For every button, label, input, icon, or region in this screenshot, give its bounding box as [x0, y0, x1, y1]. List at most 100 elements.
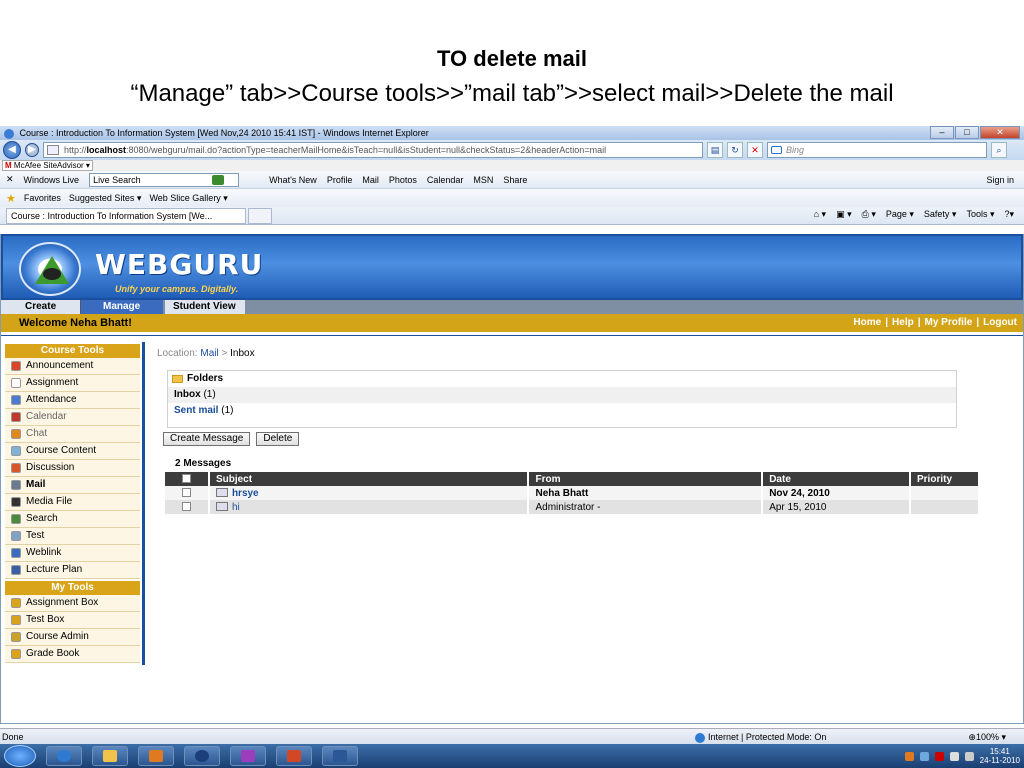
- tray-icon[interactable]: [919, 751, 929, 761]
- clock[interactable]: 15:41 24-11-2010: [980, 747, 1020, 765]
- message-priority: [910, 486, 980, 500]
- create-message-button[interactable]: Create Message: [163, 432, 251, 446]
- sidebar-item-label: Weblink: [26, 547, 62, 558]
- media-file-icon: [11, 497, 21, 507]
- assignment-box-icon: [11, 598, 21, 608]
- suggested-sites[interactable]: Suggested Sites ▾: [69, 193, 142, 204]
- help-menu[interactable]: ?▾: [1004, 209, 1014, 220]
- minimize-button[interactable]: –: [930, 126, 954, 139]
- sidebar-item-mail[interactable]: Mail: [5, 477, 140, 494]
- paint-taskbar-icon[interactable]: [230, 746, 266, 766]
- table-row[interactable]: hrsye Neha Bhatt Nov 24, 2010: [165, 486, 980, 500]
- start-button[interactable]: [4, 745, 36, 767]
- sidebar-item-test-box[interactable]: Test Box: [5, 612, 140, 629]
- col-subject[interactable]: Subject: [208, 472, 530, 486]
- sidebar-item-discussion[interactable]: Discussion: [5, 460, 140, 477]
- live-link[interactable]: Calendar: [427, 175, 464, 185]
- live-link[interactable]: Profile: [327, 175, 353, 185]
- sidebar-item-chat[interactable]: Chat: [5, 426, 140, 443]
- status-bar: Done Internet | Protected Mode: On ⊕100%…: [0, 728, 1024, 744]
- home-link[interactable]: Home: [853, 317, 881, 328]
- help-link[interactable]: Help: [892, 317, 914, 328]
- close-toolbar-icon[interactable]: ✕: [6, 174, 14, 185]
- home-icon[interactable]: ⌂ ▾: [814, 209, 826, 220]
- tab-student-view[interactable]: Student View: [165, 300, 245, 314]
- live-search-input[interactable]: Live Search: [89, 172, 240, 187]
- sidebar-item-course-content[interactable]: Course Content: [5, 443, 140, 460]
- back-button[interactable]: ◀: [3, 141, 21, 159]
- network-icon[interactable]: [949, 751, 959, 761]
- ie-taskbar-icon[interactable]: [46, 746, 82, 766]
- sign-in-link[interactable]: Sign in: [986, 175, 1014, 185]
- feeds-icon[interactable]: ▣ ▾: [836, 209, 852, 220]
- slide-subtitle: “Manage” tab>>Course tools>>”mail tab”>>…: [130, 80, 894, 107]
- message-subject[interactable]: hi: [232, 502, 240, 513]
- col-date[interactable]: Date: [762, 472, 911, 486]
- word-taskbar-icon[interactable]: [322, 746, 358, 766]
- tray-icon[interactable]: [934, 751, 944, 761]
- delete-button[interactable]: Delete: [256, 432, 300, 446]
- tools-menu[interactable]: Tools ▾: [966, 209, 994, 220]
- my-profile-link[interactable]: My Profile: [925, 317, 973, 328]
- col-from[interactable]: From: [528, 472, 764, 486]
- mail-icon: [11, 480, 21, 490]
- logout-link[interactable]: Logout: [983, 317, 1017, 328]
- sidebar-item-test[interactable]: Test: [5, 528, 140, 545]
- sidebar-item-lecture-plan[interactable]: Lecture Plan: [5, 562, 140, 579]
- table-row[interactable]: hi Administrator - Apr 15, 2010: [165, 500, 980, 514]
- print-icon[interactable]: ⎙ ▾: [862, 209, 876, 220]
- compat-view-button[interactable]: ▤: [707, 142, 723, 158]
- folder-sent[interactable]: Sent mail (1): [168, 403, 956, 419]
- folder-inbox[interactable]: Inbox (1): [168, 387, 956, 403]
- brand-name: WEBGURU: [95, 248, 264, 281]
- stop-button[interactable]: ✕: [747, 142, 763, 158]
- media-player-taskbar-icon[interactable]: [138, 746, 174, 766]
- powerpoint-taskbar-icon[interactable]: [276, 746, 312, 766]
- address-bar[interactable]: http://localhost:8080/webguru/mail.do?ac…: [43, 142, 703, 158]
- sidebar-item-weblink[interactable]: Weblink: [5, 545, 140, 562]
- live-link[interactable]: What's New: [269, 175, 317, 185]
- chat-icon: [11, 429, 21, 439]
- row-checkbox[interactable]: [181, 488, 191, 498]
- sidebar-item-announcement[interactable]: Announcement: [5, 358, 140, 375]
- sidebar-item-search[interactable]: Search: [5, 511, 140, 528]
- close-button[interactable]: ✕: [980, 126, 1020, 139]
- page-menu[interactable]: Page ▾: [886, 209, 914, 220]
- sidebar-item-assignment[interactable]: Assignment: [5, 375, 140, 392]
- live-link[interactable]: Mail: [362, 175, 379, 185]
- mcafee-button[interactable]: M McAfee SiteAdvisor ▾: [2, 160, 93, 171]
- explorer-taskbar-icon[interactable]: [92, 746, 128, 766]
- volume-icon[interactable]: [964, 751, 974, 761]
- row-checkbox[interactable]: [181, 502, 191, 512]
- safety-menu[interactable]: Safety ▾: [924, 209, 957, 220]
- sidebar-item-attendance[interactable]: Attendance: [5, 392, 140, 409]
- sidebar-item-media-file[interactable]: Media File: [5, 494, 140, 511]
- browser-tab[interactable]: Course : Introduction To Information Sys…: [6, 207, 246, 224]
- select-all-checkbox[interactable]: [181, 474, 191, 484]
- windows-live-brand[interactable]: Windows Live: [24, 175, 80, 185]
- forward-button[interactable]: ▶: [25, 143, 39, 157]
- hp-taskbar-icon[interactable]: [184, 746, 220, 766]
- tab-create[interactable]: Create: [1, 300, 81, 314]
- maximize-button[interactable]: □: [955, 126, 979, 139]
- breadcrumb-mail-link[interactable]: Mail: [200, 348, 218, 359]
- tab-manage[interactable]: Manage: [81, 300, 163, 314]
- sidebar-item-course-admin[interactable]: Course Admin: [5, 629, 140, 646]
- col-priority[interactable]: Priority: [910, 472, 980, 486]
- search-input[interactable]: Bing: [767, 142, 987, 158]
- zoom-control[interactable]: ⊕100% ▾: [968, 729, 1006, 745]
- refresh-button[interactable]: ↻: [727, 142, 743, 158]
- new-tab-button[interactable]: [248, 207, 272, 224]
- live-link[interactable]: Share: [503, 175, 527, 185]
- tray-icon[interactable]: [904, 751, 914, 761]
- search-icon[interactable]: ⌕: [991, 142, 1007, 158]
- live-link[interactable]: MSN: [473, 175, 493, 185]
- sidebar-item-calendar[interactable]: Calendar: [5, 409, 140, 426]
- sidebar-item-assignment-box[interactable]: Assignment Box: [5, 595, 140, 612]
- message-subject[interactable]: hrsye: [232, 488, 259, 499]
- favorites-button[interactable]: Favorites: [24, 193, 61, 203]
- web-slice-gallery[interactable]: Web Slice Gallery ▾: [149, 193, 227, 204]
- sidebar-item-grade-book[interactable]: Grade Book: [5, 646, 140, 663]
- live-link[interactable]: Photos: [389, 175, 417, 185]
- search-go-icon[interactable]: [212, 174, 225, 185]
